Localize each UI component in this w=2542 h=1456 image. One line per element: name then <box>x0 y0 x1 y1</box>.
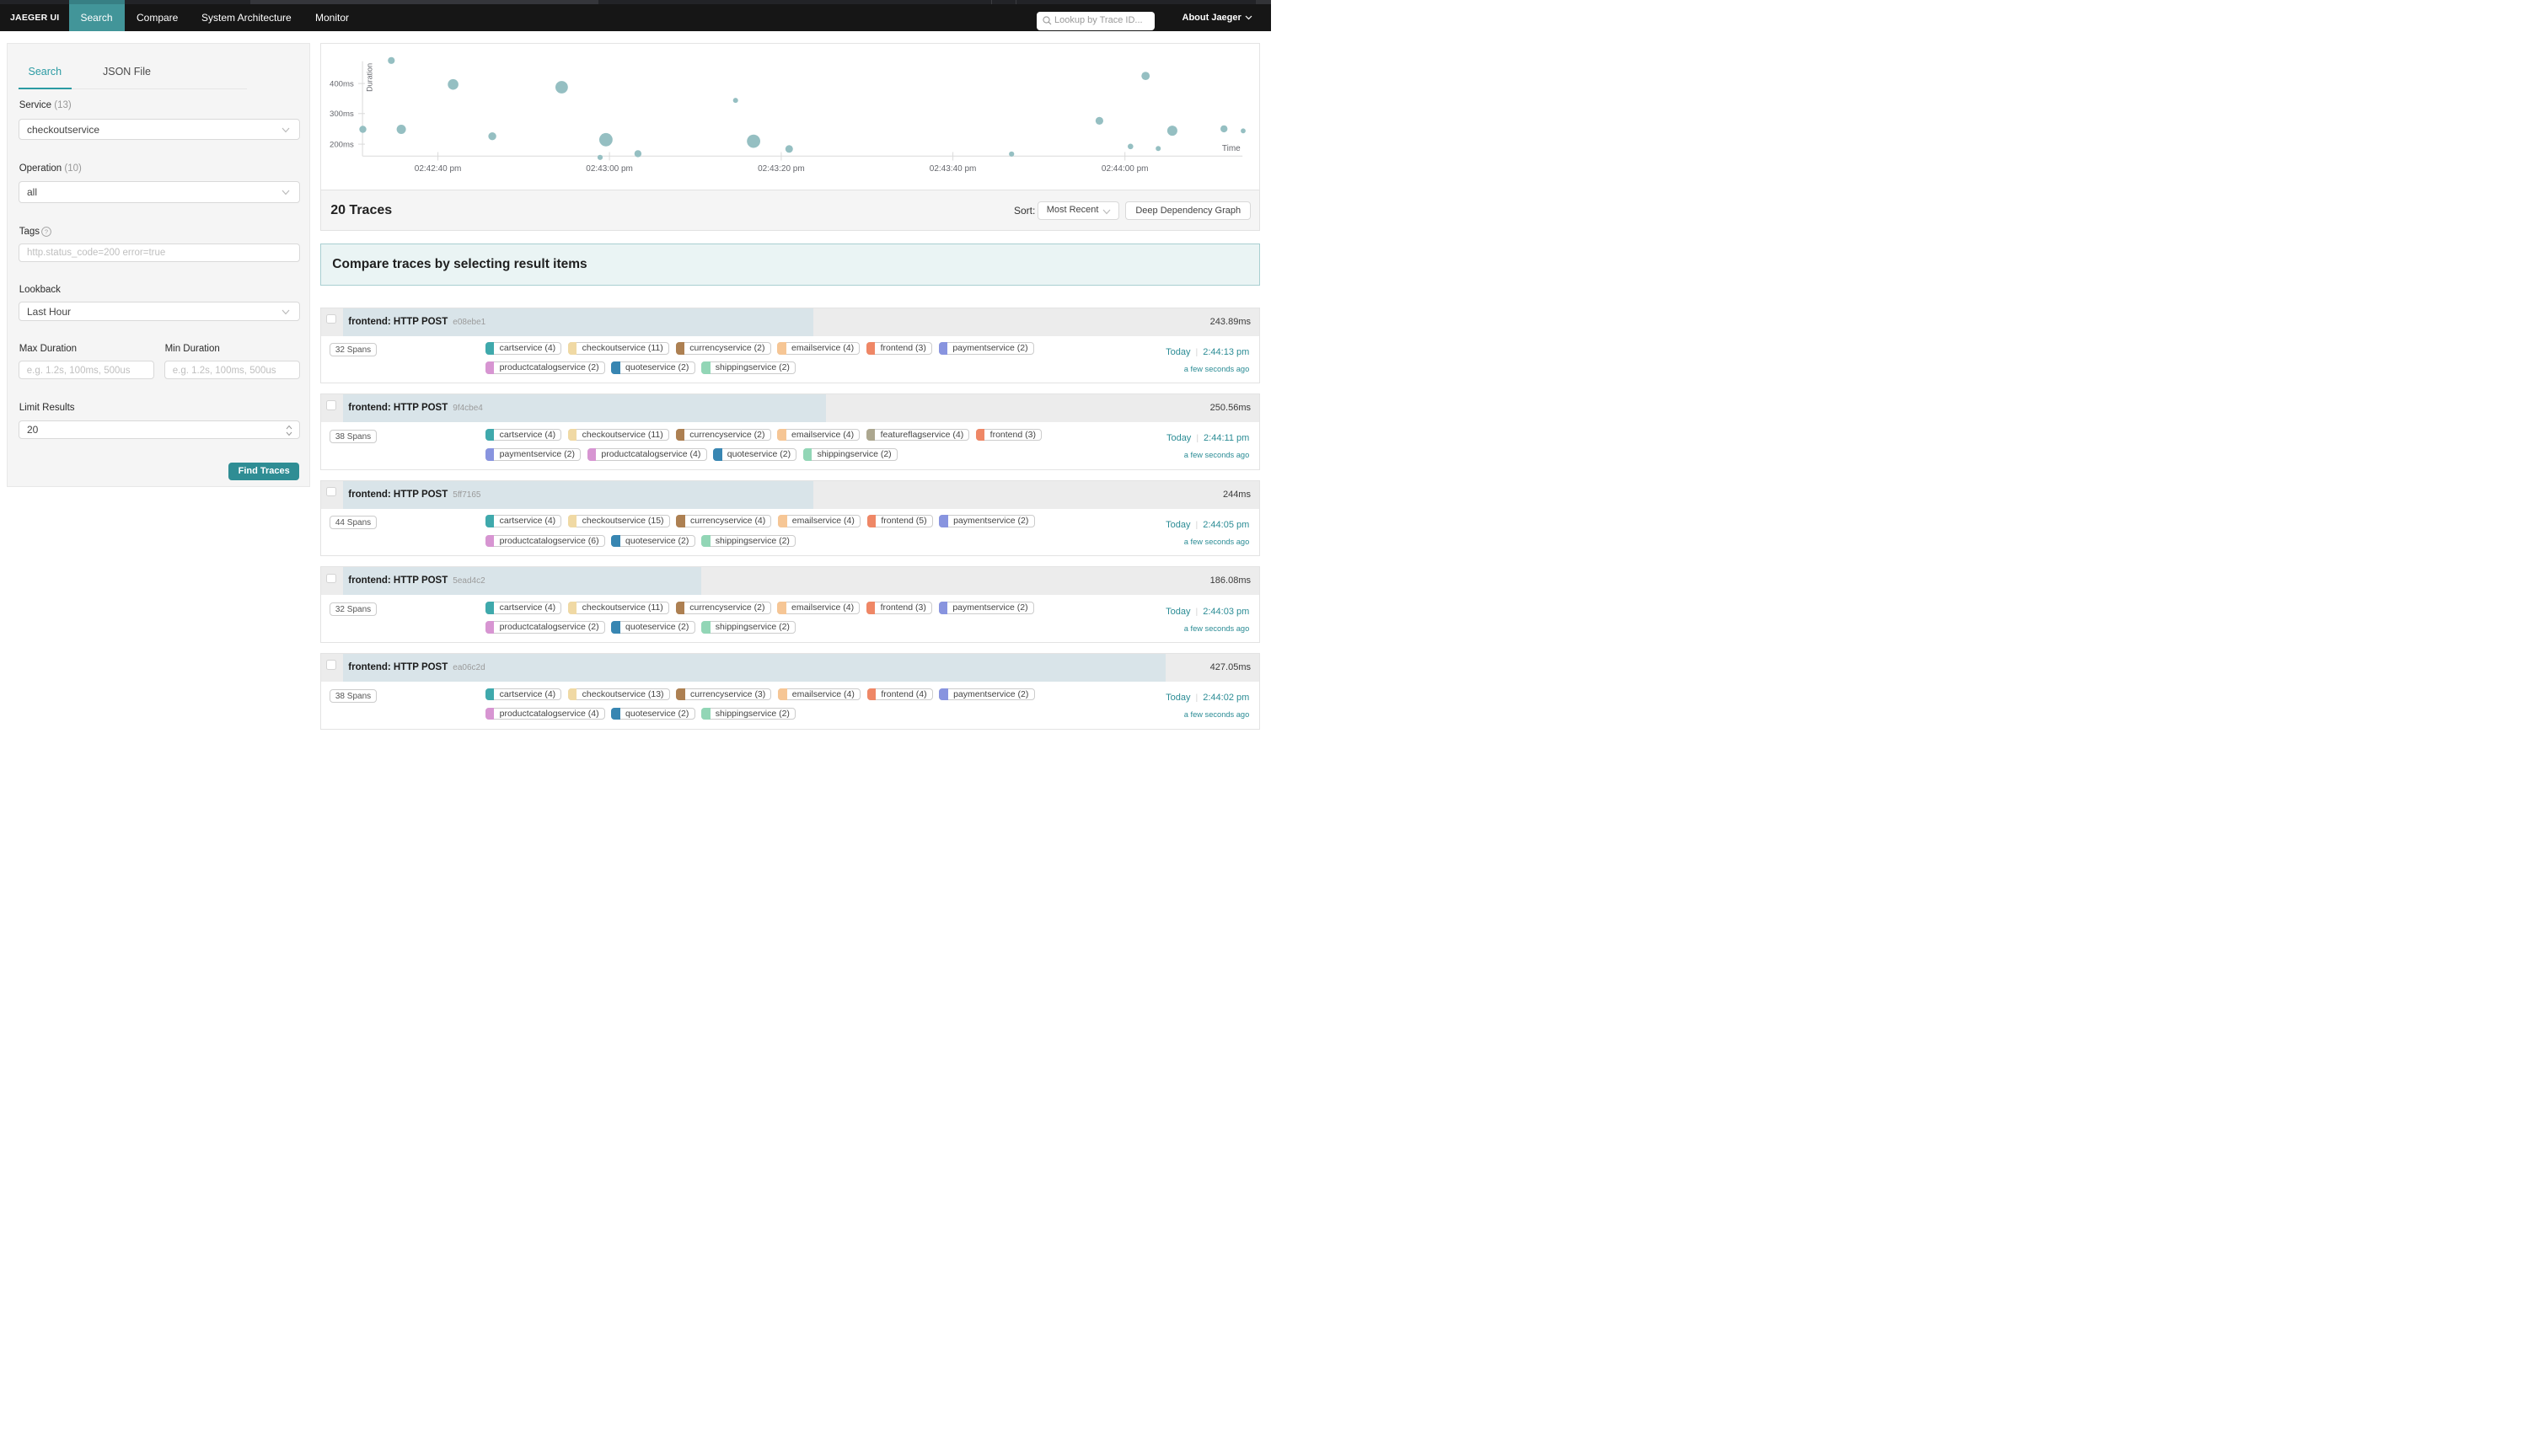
svg-text:02:44:00 pm: 02:44:00 pm <box>1102 164 1149 174</box>
svg-text:02:43:40 pm: 02:43:40 pm <box>930 164 977 174</box>
svg-text:02:43:00 pm: 02:43:00 pm <box>586 164 633 174</box>
svg-text:02:42:40 pm: 02:42:40 pm <box>415 164 462 174</box>
svg-text:Duration: Duration <box>366 63 374 92</box>
svg-text:200ms: 200ms <box>330 140 354 149</box>
svg-text:300ms: 300ms <box>330 110 354 119</box>
svg-text:400ms: 400ms <box>330 79 354 88</box>
svg-text:?: ? <box>45 228 48 236</box>
svg-text:Time: Time <box>1222 144 1241 153</box>
svg-text:02:43:20 pm: 02:43:20 pm <box>758 164 805 174</box>
